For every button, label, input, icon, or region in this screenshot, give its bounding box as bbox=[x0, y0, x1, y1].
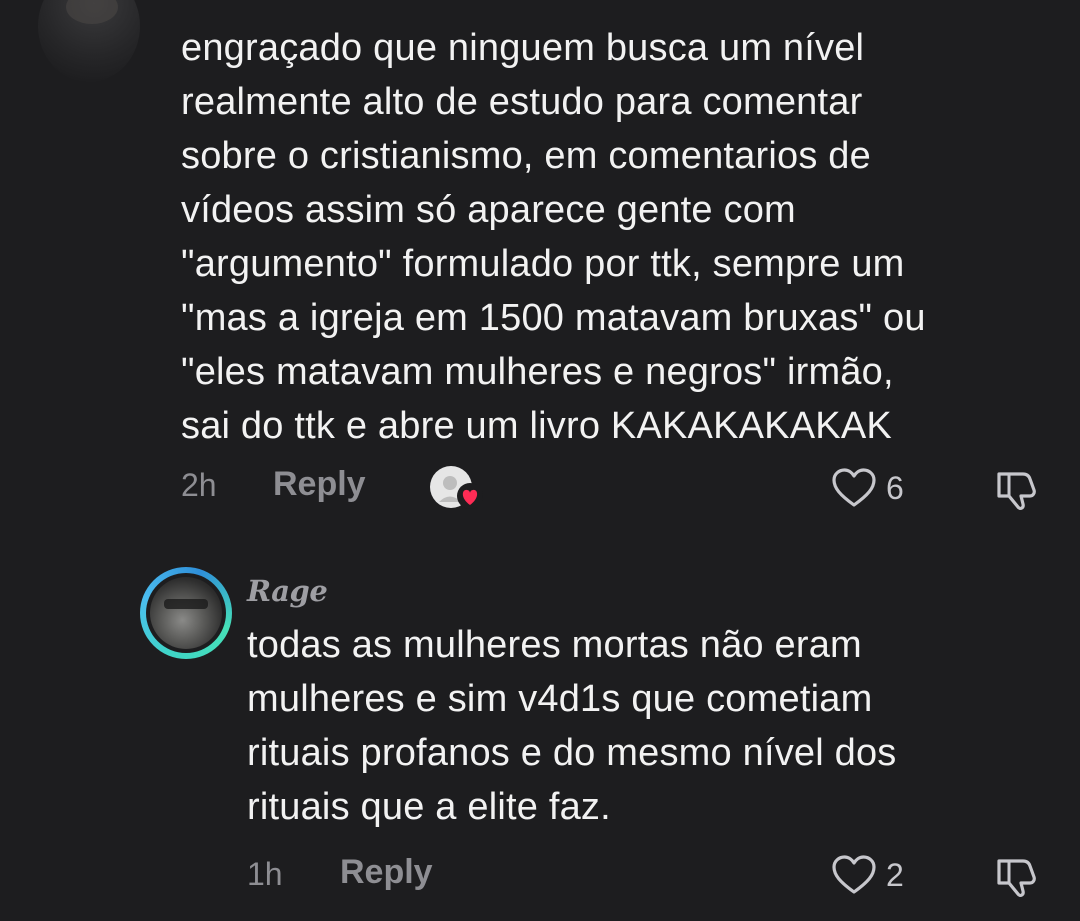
like-count: 2 bbox=[886, 856, 904, 893]
creator-heart-badge-icon bbox=[430, 466, 483, 509]
parent-comment-text: engraçado que ninguem busca um nível rea… bbox=[181, 27, 926, 447]
reply-comment-timestamp: 1h bbox=[247, 856, 283, 893]
reply-comment-avatar[interactable] bbox=[140, 567, 232, 659]
reply-reply-button[interactable]: Reply bbox=[340, 853, 433, 892]
heart-icon bbox=[832, 468, 876, 507]
creator-liked-badge bbox=[430, 465, 486, 513]
parent-dislike-button[interactable] bbox=[993, 468, 1041, 517]
parent-like-button[interactable]: 6 bbox=[832, 468, 904, 508]
reply-username[interactable]: Rage bbox=[247, 574, 328, 608]
timestamp-label: 2h bbox=[181, 467, 217, 503]
thumbs-down-icon bbox=[997, 859, 1036, 898]
reply-dislike-button[interactable] bbox=[993, 855, 1041, 904]
timestamp-label: 1h bbox=[247, 856, 283, 892]
like-count: 6 bbox=[886, 469, 904, 506]
reply-button-label: Reply bbox=[273, 465, 366, 503]
reply-button-label: Reply bbox=[340, 853, 433, 891]
reply-comment-text: todas as mulheres mortas não eram mulher… bbox=[247, 624, 897, 828]
heart-icon bbox=[832, 855, 876, 894]
parent-comment-timestamp: 2h bbox=[181, 467, 217, 504]
parent-reply-button[interactable]: Reply bbox=[273, 465, 366, 504]
comments-thread: engraçado que ninguem busca um nível rea… bbox=[0, 0, 1080, 921]
reply-like-button[interactable]: 2 bbox=[832, 855, 904, 895]
parent-comment-avatar[interactable] bbox=[38, 0, 140, 82]
thumbs-down-icon bbox=[997, 472, 1036, 511]
